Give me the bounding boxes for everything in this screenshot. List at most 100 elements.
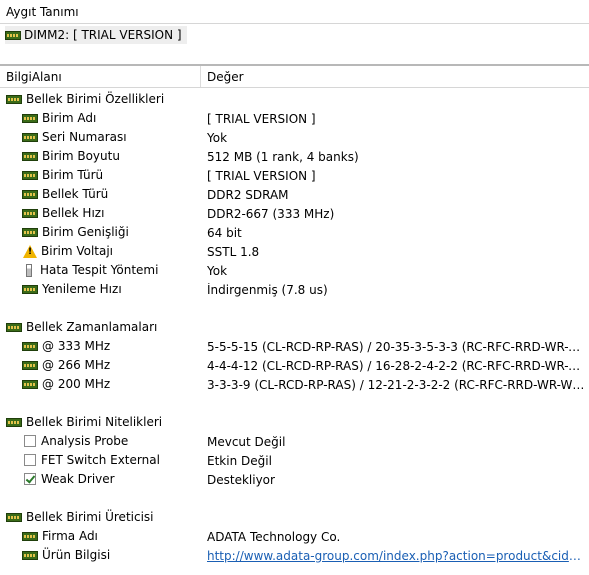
property-row[interactable]: Bellek Hızı DDR2-667 (333 MHz) <box>0 204 589 223</box>
property-label: Bellek Birimi Nitelikleri <box>26 415 163 429</box>
property-row[interactable]: Yenileme Hızı İndirgenmiş (7.8 us) <box>0 280 589 299</box>
column-header-field[interactable]: BilgiAlanı <box>6 70 62 84</box>
property-row[interactable]: Weak Driver Destekliyor <box>0 470 589 489</box>
property-name: Hata Tespit Yöntemi <box>22 263 158 277</box>
property-row[interactable]: Analysis Probe Mevcut Değil <box>0 432 589 451</box>
checkbox-checked-icon[interactable] <box>24 473 36 485</box>
property-label: Bellek Hızı <box>42 206 105 220</box>
property-label: Firma Adı <box>42 529 98 543</box>
battery-icon <box>26 263 32 277</box>
property-value: DDR2-667 (333 MHz) <box>207 207 335 221</box>
property-name: Weak Driver <box>22 472 115 486</box>
property-label: @ 266 MHz <box>42 358 111 372</box>
property-name: Bellek Hızı <box>22 206 104 220</box>
property-row[interactable]: Birim Voltajı SSTL 1.8 <box>0 242 589 261</box>
property-label: Bellek Zamanlamaları <box>26 320 158 334</box>
property-value: 512 MB (1 rank, 4 banks) <box>207 150 359 164</box>
property-row[interactable]: Firma Adı ADATA Technology Co. <box>0 527 589 546</box>
property-name: Ürün Bilgisi <box>22 548 110 562</box>
property-row[interactable]: Ürün Bilgisi http://www.adata-group.com/i… <box>0 546 589 565</box>
property-row[interactable]: Birim Genişliği 64 bit <box>0 223 589 242</box>
property-value: 4-4-4-12 (CL-RCD-RP-RAS) / 16-28-2-4-2-2… <box>207 359 585 373</box>
property-label: Birim Türü <box>42 168 104 182</box>
product-info-link[interactable]: http://www.adata-group.com/index.php?act… <box>207 549 585 563</box>
memory-icon <box>6 512 22 522</box>
property-name: Firma Adı <box>22 529 98 543</box>
property-value: Destekliyor <box>207 473 275 487</box>
property-label: Bellek Birimi Özellikleri <box>26 92 165 106</box>
property-name: Birim Genişliği <box>22 225 129 239</box>
property-row[interactable]: Bellek Türü DDR2 SDRAM <box>0 185 589 204</box>
column-header: BilgiAlanı Değer <box>0 66 589 88</box>
device-item-dimm2[interactable]: DIMM2: [ TRIAL VERSION ] <box>5 26 187 44</box>
property-value: 64 bit <box>207 226 242 240</box>
property-name: Bellek Birimi Üreticisi <box>6 510 154 524</box>
property-label: Bellek Birimi Üreticisi <box>26 510 154 524</box>
property-name: Bellek Zamanlamaları <box>6 320 157 334</box>
memory-icon <box>22 151 38 161</box>
property-label: Birim Voltajı <box>41 244 114 258</box>
property-row[interactable]: Birim Boyutu 512 MB (1 rank, 4 banks) <box>0 147 589 166</box>
group-row[interactable]: Bellek Birimi Özellikleri <box>0 90 589 109</box>
property-label: @ 333 MHz <box>42 339 111 353</box>
memory-icon <box>22 208 38 218</box>
memory-icon <box>22 132 38 142</box>
checkbox-unchecked-icon[interactable] <box>24 454 36 466</box>
property-value: SSTL 1.8 <box>207 245 260 259</box>
property-label: Birim Boyutu <box>42 149 120 163</box>
property-name: @ 333 MHz <box>22 339 110 353</box>
property-value: Yok <box>207 264 228 278</box>
memory-icon <box>22 227 38 237</box>
group-row[interactable]: Bellek Zamanlamaları <box>0 318 589 337</box>
property-value: DDR2 SDRAM <box>207 188 289 202</box>
property-label: Ürün Bilgisi <box>42 548 111 562</box>
memory-icon <box>22 341 38 351</box>
memory-icon <box>6 417 22 427</box>
memory-icon <box>6 94 22 104</box>
property-label: Birim Genişliği <box>42 225 129 239</box>
column-divider[interactable] <box>200 66 201 87</box>
group-row[interactable]: Bellek Birimi Nitelikleri <box>0 413 589 432</box>
property-value: 3-3-3-9 (CL-RCD-RP-RAS) / 12-21-2-3-2-2 … <box>207 378 585 392</box>
property-row[interactable]: Hata Tespit Yöntemi Yok <box>0 261 589 280</box>
memory-icon <box>22 170 38 180</box>
property-label: @ 200 MHz <box>42 377 111 391</box>
warning-icon <box>23 244 37 258</box>
property-label: Birim Adı <box>42 111 97 125</box>
property-row[interactable]: FET Switch External Etkin Değil <box>0 451 589 470</box>
group-row[interactable]: Bellek Birimi Üreticisi <box>0 508 589 527</box>
memory-icon <box>22 113 38 123</box>
property-row[interactable]: Birim Adı [ TRIAL VERSION ] <box>0 109 589 128</box>
property-row[interactable]: @ 200 MHz 3-3-3-9 (CL-RCD-RP-RAS) / 12-21… <box>0 375 589 394</box>
property-value: [ TRIAL VERSION ] <box>207 112 316 126</box>
property-row[interactable]: Birim Türü [ TRIAL VERSION ] <box>0 166 589 185</box>
property-row[interactable]: @ 266 MHz 4-4-4-12 (CL-RCD-RP-RAS) / 16-2… <box>0 356 589 375</box>
property-name: Bellek Birimi Nitelikleri <box>6 415 162 429</box>
property-label: Yenileme Hızı <box>42 282 122 296</box>
property-name: Birim Türü <box>22 168 103 182</box>
memory-icon <box>5 30 21 40</box>
memory-icon <box>22 189 38 199</box>
blank-row <box>0 299 589 318</box>
memory-icon <box>22 379 38 389</box>
property-name: Birim Voltajı <box>22 244 113 258</box>
property-name: Birim Boyutu <box>22 149 120 163</box>
property-label: Bellek Türü <box>42 187 109 201</box>
property-label: FET Switch External <box>41 453 160 467</box>
property-value: ADATA Technology Co. <box>207 530 341 544</box>
property-label: Hata Tespit Yöntemi <box>40 263 159 277</box>
property-row[interactable]: Seri Numarası Yok <box>0 128 589 147</box>
property-value: Mevcut Değil <box>207 435 286 449</box>
property-row[interactable]: @ 333 MHz 5-5-5-15 (CL-RCD-RP-RAS) / 20-3… <box>0 337 589 356</box>
device-description-header: Aygıt Tanımı <box>0 0 589 24</box>
property-label: Analysis Probe <box>41 434 129 448</box>
column-header-value[interactable]: Değer <box>207 70 244 84</box>
property-label: Weak Driver <box>41 472 115 486</box>
property-name: FET Switch External <box>22 453 160 467</box>
checkbox-unchecked-icon[interactable] <box>24 435 36 447</box>
property-name: @ 200 MHz <box>22 377 110 391</box>
property-value: [ TRIAL VERSION ] <box>207 169 316 183</box>
property-name: Seri Numarası <box>22 130 127 144</box>
memory-icon <box>22 360 38 370</box>
blank-row <box>0 489 589 508</box>
